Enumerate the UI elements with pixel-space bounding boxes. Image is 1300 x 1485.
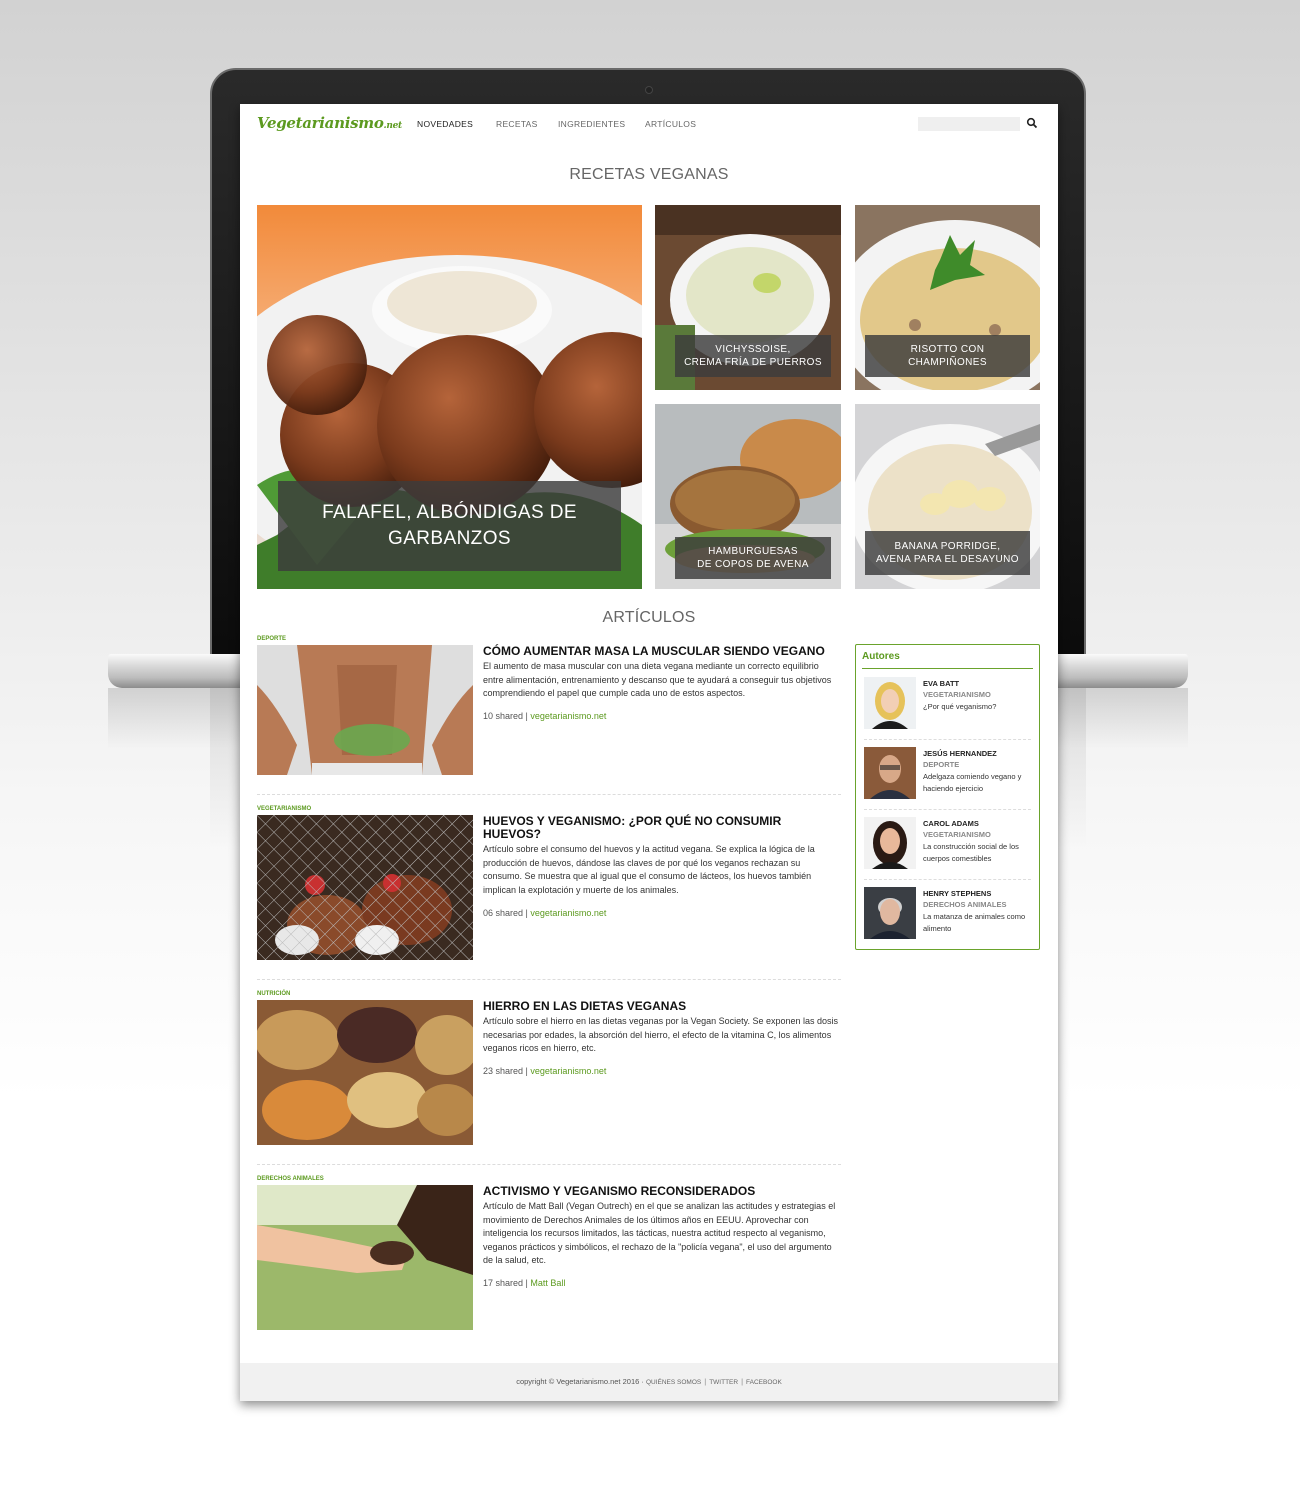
author-category: DERECHOS ANIMALES <box>923 900 1007 909</box>
avatar <box>864 817 916 869</box>
author-divider <box>864 739 1031 740</box>
article-title[interactable]: ACTIVISMO Y VEGANISMO RECONSIDERADOS <box>483 1185 838 1198</box>
recipe-tile-featured[interactable]: FALAFEL, ALBÓNDIGAS DE GARBANZOS <box>257 205 642 589</box>
article-image[interactable] <box>257 645 473 775</box>
author-topic[interactable]: Adelgaza comiendo vegano y haciendo ejer… <box>923 771 1027 794</box>
nav-item-recetas[interactable]: RECETAS <box>496 119 538 129</box>
author-divider <box>864 809 1031 810</box>
article-description: Artículo sobre el consumo del huevos y l… <box>483 844 815 895</box>
article-item: DERECHOS ANIMALES ACTIVISMO Y VEGANISMO … <box>257 1176 841 1330</box>
recipe-caption-porridge: BANANA PORRIDGE, AVENA PARA EL DESAYUNO <box>865 531 1030 575</box>
recipe-tile-hamburguesas[interactable]: HAMBURGUESAS DE COPOS DE AVENA <box>655 404 841 589</box>
recipe-caption-vichyssoise: VICHYSSOISE, CREMA FRÍA DE PUERROS <box>675 335 831 377</box>
author-category: DEPORTE <box>923 760 960 769</box>
author-name: JESÚS HERNANDEZ <box>923 749 997 758</box>
author-name: EVA BATT <box>923 679 960 688</box>
header: Vegetarianismo.net NOVEDADES RECETAS ING… <box>240 104 1058 144</box>
article-description: El aumento de masa muscular con una diet… <box>483 661 832 699</box>
author-item[interactable]: HENRY STEPHENS DERECHOS ANIMALES La mata… <box>864 887 1034 943</box>
avatar <box>864 747 916 799</box>
nav-item-articulos[interactable]: ARTÍCULOS <box>645 119 696 129</box>
footer-link-twitter[interactable]: TWITTER <box>709 1379 738 1386</box>
article-category[interactable]: DEPORTE <box>257 636 286 642</box>
author-topic[interactable]: La construcción social de los cuerpos co… <box>923 841 1027 864</box>
article-image[interactable] <box>257 815 473 960</box>
author-category: VEGETARIANISMO <box>923 830 991 839</box>
camera-dot <box>645 86 653 94</box>
author-topic[interactable]: ¿Por qué veganismo? <box>923 701 1027 713</box>
authors-title: Autores <box>862 651 900 662</box>
article-meta: 10 shared | vegetarianismo.net <box>483 711 607 721</box>
search-icon[interactable] <box>1026 117 1038 129</box>
recipe-tile-porridge[interactable]: BANANA PORRIDGE, AVENA PARA EL DESAYUNO <box>855 404 1040 589</box>
article-source-link[interactable]: vegetarianismo.net <box>530 908 606 918</box>
author-item[interactable]: EVA BATT VEGETARIANISMO ¿Por qué veganis… <box>864 677 1034 733</box>
recipes-section-title: RECETAS VEGANAS <box>569 166 729 183</box>
articles-section-title: ARTÍCULOS <box>602 609 696 626</box>
article-meta: 17 shared | Matt Ball <box>483 1278 566 1288</box>
footer-separator: | <box>741 1377 744 1386</box>
footer: copyright © Vegetarianismo.net 2016 · QU… <box>240 1363 1058 1401</box>
article-shared-count: 17 shared <box>483 1278 524 1288</box>
recipe-tile-vichyssoise[interactable]: VICHYSSOISE, CREMA FRÍA DE PUERROS <box>655 205 841 390</box>
avatar <box>864 887 916 939</box>
article-description: Artículo de Matt Ball (Vegan Outrech) en… <box>483 1201 836 1266</box>
avatar <box>864 677 916 729</box>
nav-item-ingredientes[interactable]: INGREDIENTES <box>558 119 625 129</box>
article-shared-count: 23 shared <box>483 1066 524 1076</box>
author-divider <box>864 879 1031 880</box>
logo-suffix: .net <box>383 121 403 131</box>
article-divider <box>257 794 841 795</box>
article-title[interactable]: HUEVOS Y VEGANISMO: ¿POR QUÉ NO CONSUMIR… <box>483 815 838 841</box>
footer-copyright: copyright © Vegetarianismo.net 2016 · <box>516 1377 644 1386</box>
site-logo[interactable]: Vegetarianismo.net <box>257 114 402 132</box>
search-input[interactable] <box>918 117 1020 131</box>
chickens-image <box>257 815 473 960</box>
article-divider <box>257 979 841 980</box>
author-topic[interactable]: La matanza de animales como alimento <box>923 911 1027 934</box>
website-page: Vegetarianismo.net NOVEDADES RECETAS ING… <box>240 104 1058 1401</box>
article-image[interactable] <box>257 1000 473 1145</box>
footer-link-quienes-somos[interactable]: QUIÉNES SOMOS <box>646 1379 701 1386</box>
article-category[interactable]: NUTRICIÓN <box>257 991 290 997</box>
recipe-caption-hamburguesas: HAMBURGUESAS DE COPOS DE AVENA <box>675 537 831 579</box>
article-image[interactable] <box>257 1185 473 1330</box>
article-item: VEGETARIANISMO HUEVOS Y VEGANISMO: ¿POR … <box>257 806 841 960</box>
nuts-image <box>257 1000 473 1145</box>
footer-separator: | <box>704 1377 707 1386</box>
article-source-link[interactable]: vegetarianismo.net <box>530 711 606 721</box>
article-category[interactable]: VEGETARIANISMO <box>257 806 311 812</box>
article-description: Artículo sobre el hierro en las dietas v… <box>483 1016 839 1054</box>
recipe-caption-featured: FALAFEL, ALBÓNDIGAS DE GARBANZOS <box>278 481 621 571</box>
muscle-image <box>257 645 473 775</box>
article-category[interactable]: DERECHOS ANIMALES <box>257 1176 324 1182</box>
article-title[interactable]: CÓMO AUMENTAR MASA LA MUSCULAR SIENDO VE… <box>483 645 838 658</box>
footer-link-facebook[interactable]: FACEBOOK <box>746 1379 782 1386</box>
author-name: CAROL ADAMS <box>923 819 979 828</box>
logo-text: Vegetarianismo <box>257 114 384 132</box>
article-source-link[interactable]: Matt Ball <box>530 1278 565 1288</box>
author-item[interactable]: JESÚS HERNANDEZ DEPORTE Adelgaza comiend… <box>864 747 1034 803</box>
nav-item-novedades[interactable]: NOVEDADES <box>417 119 473 129</box>
article-source-link[interactable]: vegetarianismo.net <box>530 1066 606 1076</box>
authors-title-underline <box>862 668 1033 669</box>
article-shared-count: 10 shared <box>483 711 524 721</box>
hand-paw-image <box>257 1185 473 1330</box>
recipe-caption-risotto: RISOTTO CON CHAMPIÑONES <box>865 335 1030 377</box>
authors-box: Autores EVA BATT VEGETARIANISMO ¿Por qué… <box>855 644 1040 950</box>
article-item: NUTRICIÓN HIERRO EN LAS DIETAS VEGANAS A… <box>257 991 841 1145</box>
article-shared-count: 06 shared <box>483 908 524 918</box>
recipe-tile-risotto[interactable]: RISOTTO CON CHAMPIÑONES <box>855 205 1040 390</box>
author-category: VEGETARIANISMO <box>923 690 991 699</box>
article-meta: 06 shared | vegetarianismo.net <box>483 908 607 918</box>
article-item: DEPORTE CÓMO AUMENTAR MASA LA MUSCULAR S… <box>257 636 841 776</box>
author-item[interactable]: CAROL ADAMS VEGETARIANISMO La construcci… <box>864 817 1034 873</box>
article-meta: 23 shared | vegetarianismo.net <box>483 1066 607 1076</box>
article-title[interactable]: HIERRO EN LAS DIETAS VEGANAS <box>483 1000 838 1013</box>
article-divider <box>257 1164 841 1165</box>
author-name: HENRY STEPHENS <box>923 889 992 898</box>
